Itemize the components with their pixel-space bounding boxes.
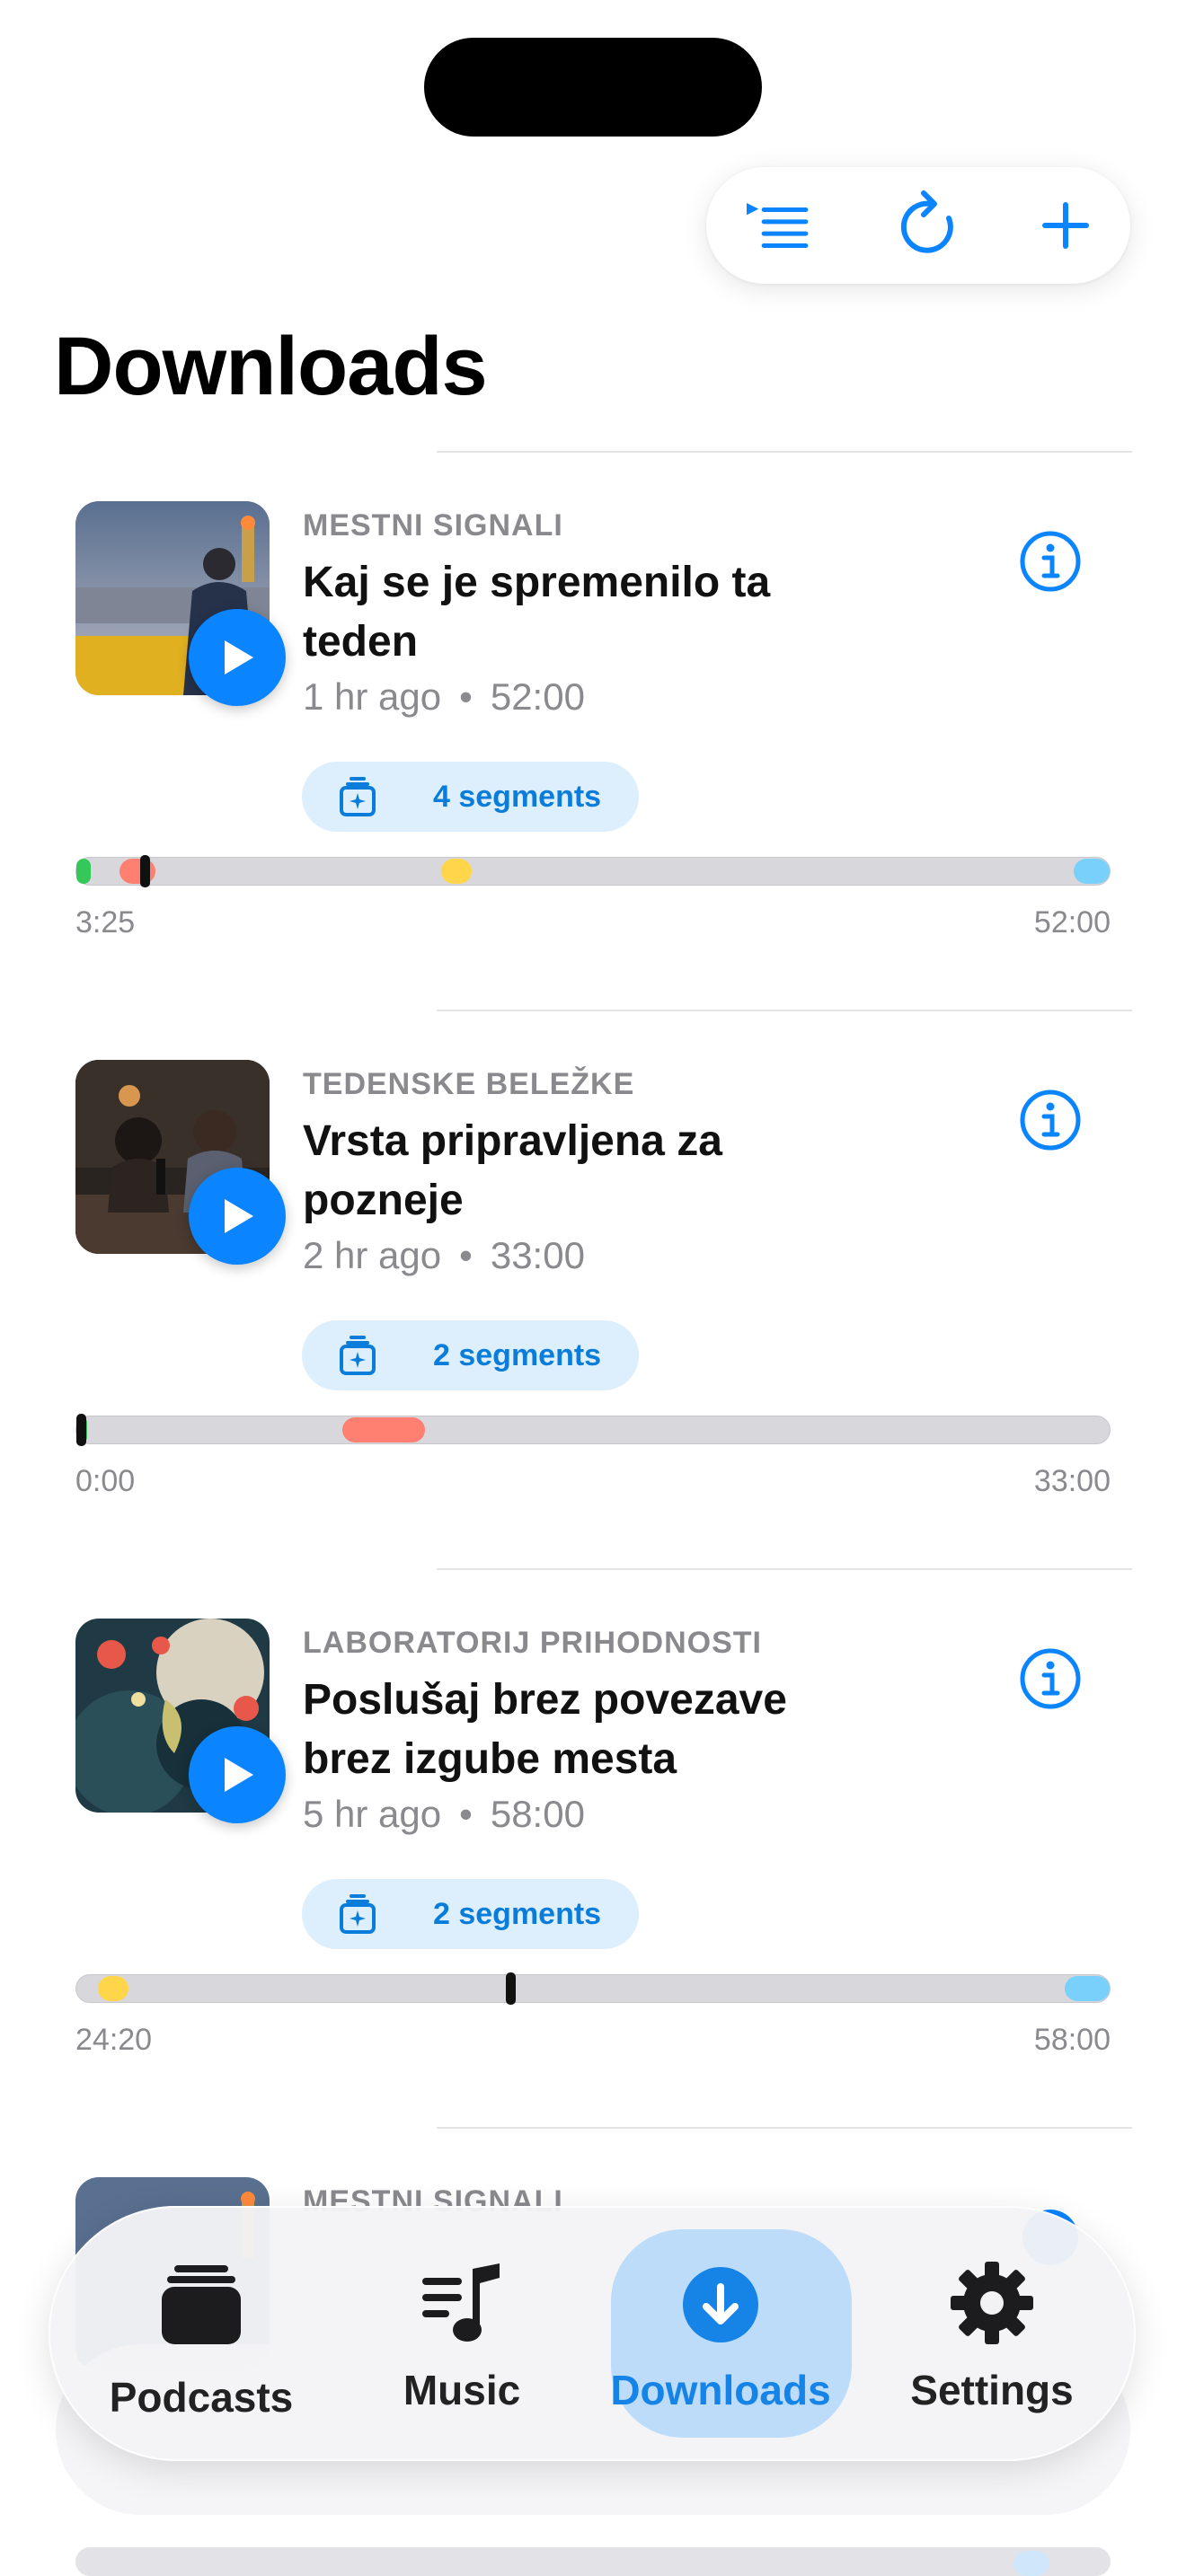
tab-label: Downloads [610,2367,831,2413]
segments-button[interactable]: 2 segments [302,1879,640,1949]
playhead[interactable] [506,1972,516,2005]
segments-icon [340,777,376,816]
segment-marker-ghost [1013,2551,1049,2576]
posted-ago: 5 hr ago [303,1793,442,1835]
time-total: 58:00 [1033,2023,1111,2057]
tab-bar: Podcasts Music Downloads Settings [49,2206,1136,2461]
show-name: TEDENSKE BELEŽKE [303,1067,635,1101]
add-button[interactable] [1030,190,1102,261]
podcasts-stack-icon [162,2265,241,2344]
playhead[interactable] [139,855,150,887]
show-name: LABORATORIJ PRIHODNOSTI [303,1626,762,1660]
tab-podcasts[interactable]: Podcasts [84,2206,318,2461]
dynamic-island [424,38,762,137]
progress-track[interactable] [75,1972,1111,2005]
play-icon [225,1758,253,1792]
row-separator [437,1010,1132,1011]
segments-button[interactable]: 4 segments [302,762,640,832]
music-note-icon [422,2263,500,2342]
info-button[interactable] [1019,1647,1082,1710]
tab-downloads[interactable]: Downloads [604,2206,852,2461]
segment-marker [76,859,91,884]
tab-settings[interactable]: Settings [875,2206,1109,2461]
play-button[interactable] [189,609,286,706]
play-icon [225,640,253,675]
episode-meta: 5 hr ago • 58:00 [303,1793,585,1836]
page-title: Downloads [54,321,488,412]
segment-marker [98,1976,128,2001]
refresh-button[interactable] [890,190,962,261]
show-name: MESTNI SIGNALI [303,508,563,543]
tab-music[interactable]: Music [345,2206,579,2461]
episode-meta: 2 hr ago • 33:00 [303,1234,585,1277]
segments-icon [340,1336,376,1375]
time-position: 24:20 [75,2023,153,2057]
episode-meta: 1 hr ago • 52:00 [303,675,585,719]
episode-duration: 58:00 [490,1793,585,1835]
play-icon [225,1199,253,1233]
episode-title: Kaj se je spremenilo ta teden [303,559,771,666]
episode-row: LABORATORIJ PRIHODNOSTI Poslušaj brez po… [0,1568,1186,2125]
segments-label: 4 segments [433,779,602,814]
episode-row: MESTNI SIGNALI Kaj se je spremenilo ta t… [0,451,1186,1008]
row-separator [437,451,1132,453]
play-button[interactable] [189,1168,286,1265]
refresh-icon [900,190,953,253]
posted-ago: 2 hr ago [303,1234,442,1276]
time-position: 0:00 [75,1464,136,1498]
meta-dot: • [459,1793,473,1835]
progress-track[interactable] [75,1414,1111,1446]
tab-label: Podcasts [109,2374,294,2421]
play-queue-icon [747,203,809,248]
segment-marker [441,859,472,884]
info-button[interactable] [1019,530,1082,593]
segments-button[interactable]: 2 segments [302,1320,640,1390]
segments-label: 2 segments [433,1896,602,1931]
episode-row: TEDENSKE BELEŽKE Vrsta pripravljena za p… [0,1010,1186,1566]
gear-icon [951,2262,1033,2344]
tab-label: Settings [910,2367,1074,2413]
episode-title: Vrsta pripravljena za pozneje [303,1117,722,1224]
add-icon [1042,202,1089,249]
download-arrow-icon [683,2267,758,2342]
progress-track[interactable] [75,855,1111,887]
time-total: 33:00 [1033,1464,1111,1498]
play-queue-button[interactable] [742,190,814,261]
info-button[interactable] [1019,1089,1082,1151]
episode-title: Poslušaj brez povezave brez izgube mesta [303,1676,787,1783]
row-separator [437,1568,1132,1570]
segment-marker [1065,1976,1110,2001]
playhead[interactable] [76,1414,86,1446]
segment-marker [342,1417,425,1442]
time-position: 3:25 [75,905,136,940]
progress-track-ghost [75,2547,1111,2576]
segments-icon [340,1894,376,1934]
time-total: 52:00 [1033,905,1111,940]
tab-label: Music [403,2367,521,2413]
meta-dot: • [459,675,473,718]
segments-label: 2 segments [433,1337,602,1372]
top-toolbar [706,167,1130,284]
info-icon [1020,1648,1081,1709]
play-button[interactable] [189,1726,286,1823]
episode-duration: 33:00 [490,1234,585,1276]
episode-duration: 52:00 [490,675,585,718]
meta-dot: • [459,1234,473,1276]
segment-marker [119,859,155,884]
row-separator [437,2127,1132,2129]
info-icon [1020,1090,1081,1151]
posted-ago: 1 hr ago [303,675,442,718]
segment-marker [1074,859,1110,884]
info-icon [1020,531,1081,592]
